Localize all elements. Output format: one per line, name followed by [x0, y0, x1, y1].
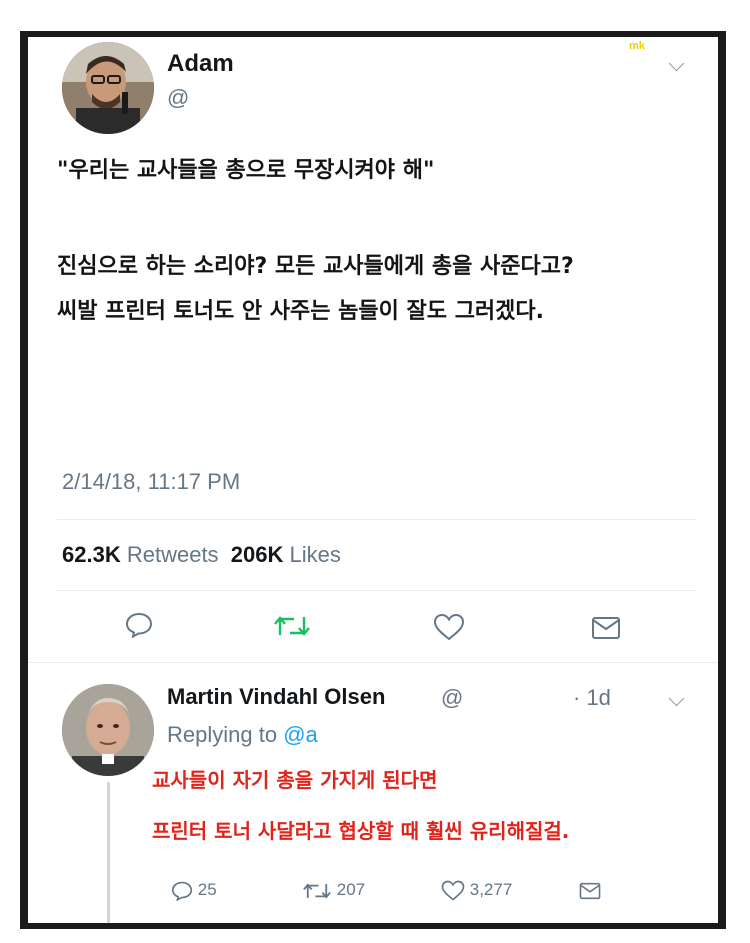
tweet-text-line-3: 씨발 프린터 토너도 안 사주는 놈들이 잘도 그러겠다.: [57, 299, 545, 324]
overlay-text-line-1: 교사들이 자기 총을 가지게 된다면: [152, 768, 438, 792]
retweets-label[interactable]: Retweets: [127, 542, 219, 567]
likes-count[interactable]: 206K: [231, 542, 284, 567]
reply-like-button[interactable]: 3,277: [441, 880, 512, 901]
reply-reply-button[interactable]: 25: [171, 880, 217, 902]
chevron-down-icon[interactable]: [668, 55, 685, 72]
divider: [57, 519, 697, 520]
retweet-count: 207: [336, 880, 366, 899]
dm-icon[interactable]: [591, 616, 621, 645]
replying-to-label: Replying to: [167, 722, 278, 747]
reply-icon: [171, 880, 198, 902]
retweets-count[interactable]: 62.3K: [62, 542, 121, 567]
like-icon: [441, 880, 470, 901]
reply-author-avatar[interactable]: [62, 684, 154, 776]
author-avatar[interactable]: [62, 42, 154, 134]
tweet-text-line-1: "우리는 교사들을 총으로 무장시켜야 해": [57, 158, 435, 183]
replying-to: Replying to @a: [167, 722, 318, 748]
divider: [28, 662, 718, 663]
reply-author-handle[interactable]: @: [441, 685, 463, 711]
divider: [57, 590, 697, 591]
author-name[interactable]: Adam: [167, 50, 234, 78]
reply-count: 25: [197, 880, 217, 899]
likes-label[interactable]: Likes: [290, 542, 341, 567]
overlay-text-line-2: 프린터 토너 사달라고 협상할 때 훨씬 유리해질걸.: [152, 819, 570, 843]
dm-icon: [579, 880, 601, 899]
author-handle[interactable]: @: [167, 85, 189, 111]
reply-time[interactable]: · 1d: [573, 685, 611, 711]
thread-line: [107, 782, 110, 923]
chevron-down-icon[interactable]: [668, 690, 685, 707]
reply-author-name[interactable]: Martin Vindahl Olsen: [167, 684, 385, 710]
like-icon[interactable]: [433, 613, 465, 646]
tweet-text-line-2: 진심으로 하는 소리야? 모든 교사들에게 총을 사준다고?: [57, 254, 574, 279]
tweet-timestamp[interactable]: 2/14/18, 11:17 PM: [62, 469, 240, 495]
reply-retweet-button[interactable]: 207: [302, 880, 365, 901]
watermark: mk: [629, 40, 645, 52]
replying-to-handle[interactable]: @a: [283, 722, 318, 747]
like-count: 3,277: [469, 880, 513, 899]
retweet-icon[interactable]: [274, 613, 310, 644]
retweet-icon: [302, 880, 337, 899]
reply-dm-button[interactable]: [579, 880, 601, 900]
reply-icon[interactable]: [125, 612, 153, 643]
tweet-card: Adam @ mk "우리는 교사들을 총으로 무장시켜야 해" 진심으로 하는…: [28, 37, 718, 923]
tweet-stats: 62.3K Retweets 206K Likes: [62, 542, 341, 568]
